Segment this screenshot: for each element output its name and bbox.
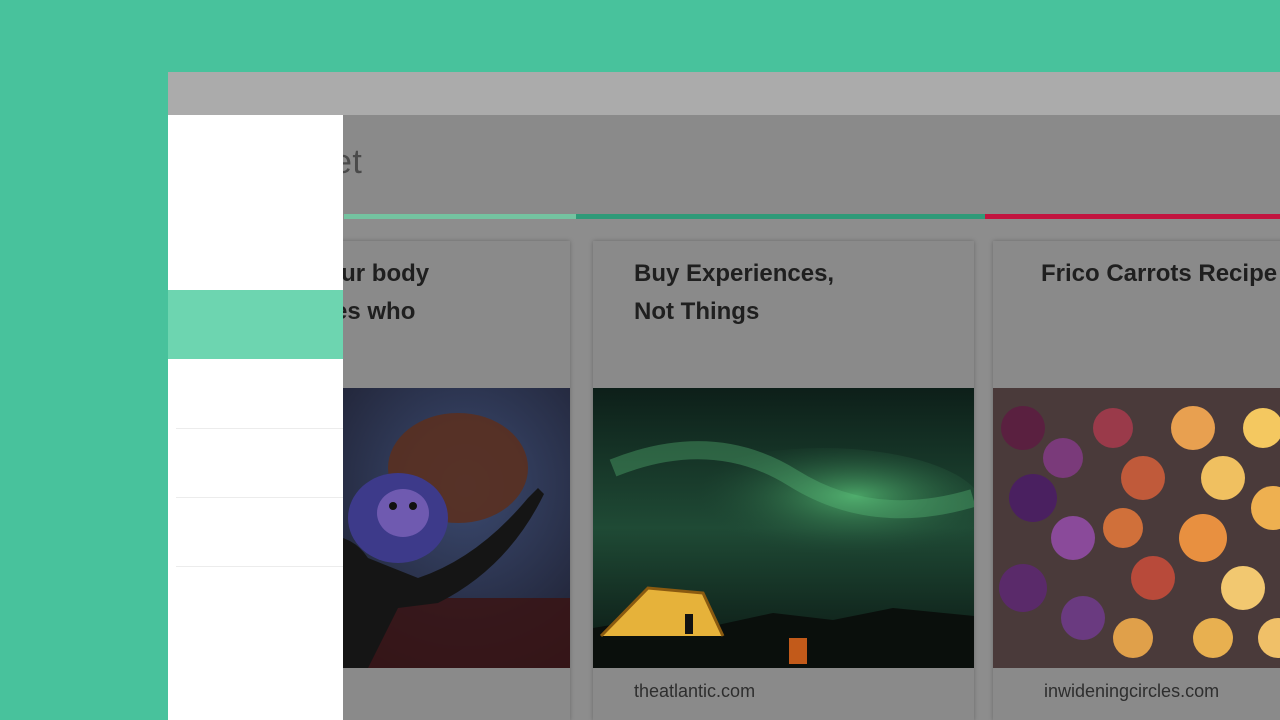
- article-title: Frico Carrots Recipe: [1041, 260, 1278, 287]
- browser-toolbar: [168, 72, 1280, 115]
- sidebar-item-4[interactable]: [168, 498, 343, 566]
- sidebar-item-active[interactable]: [168, 290, 343, 359]
- sidebar-menu: [168, 115, 343, 720]
- article-thumbnail: [993, 388, 1280, 668]
- progress-segment-1: [344, 214, 576, 219]
- progress-segment-3: [985, 214, 1280, 219]
- article-source: theatlantic.com: [634, 681, 756, 701]
- progress-segment-2: [576, 214, 985, 219]
- article-thumbnail: [593, 388, 974, 668]
- article-card[interactable]: ly: Your body shapes who: [308, 241, 570, 720]
- article-card[interactable]: Buy Experiences, Not Things theatlantic.…: [593, 241, 974, 720]
- sidebar-item-3[interactable]: [168, 429, 343, 497]
- sidebar-divider: [176, 566, 343, 567]
- sidebar-item-2[interactable]: [168, 360, 343, 428]
- article-title: Buy Experiences, Not Things: [634, 260, 835, 325]
- article-source: inwideningcircles.com: [1044, 681, 1220, 701]
- article-card[interactable]: Frico Carrots Recipe inwideningcircles.c…: [993, 241, 1280, 720]
- progress-bar: [344, 214, 1280, 219]
- article-thumbnail: [308, 388, 570, 668]
